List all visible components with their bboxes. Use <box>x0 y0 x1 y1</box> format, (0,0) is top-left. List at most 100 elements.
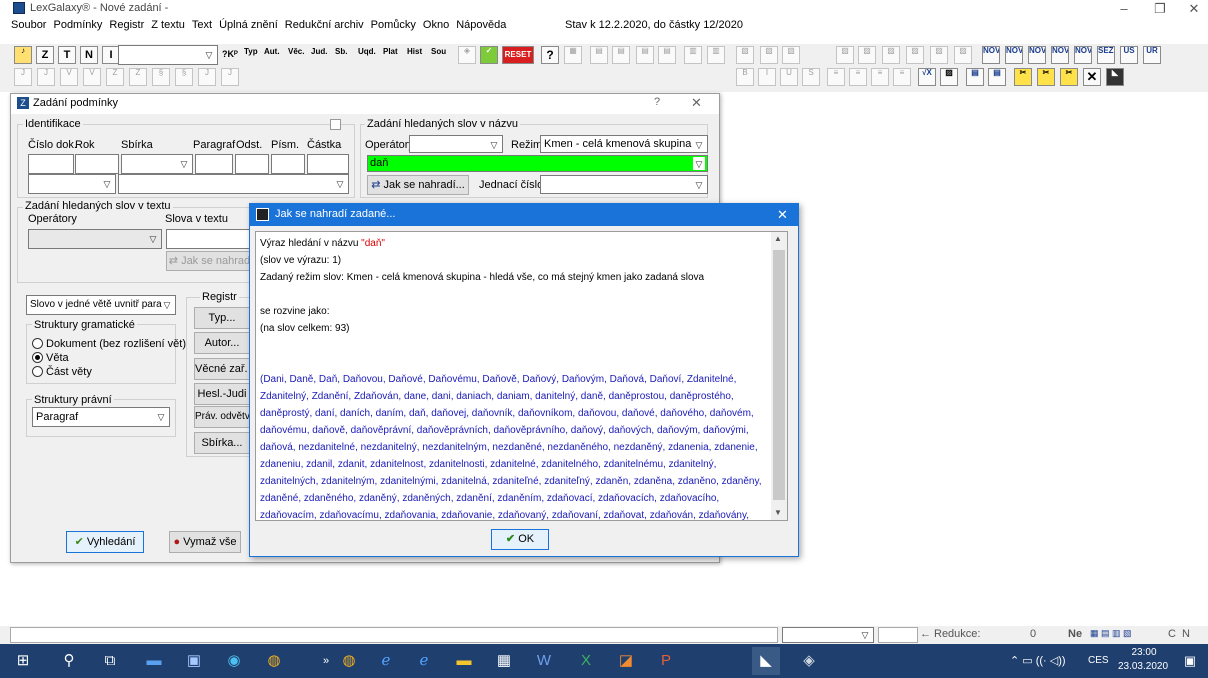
align-left-icon[interactable]: ≡ <box>827 68 845 86</box>
word-icon[interactable]: W <box>530 647 558 675</box>
tb2-icon-9[interactable]: J <box>198 68 216 86</box>
seznam-button[interactable]: SEZN. <box>1097 46 1115 64</box>
us-button[interactable]: ÚS <box>1120 46 1138 64</box>
toolbar-icon-4[interactable]: ▤ <box>636 46 654 64</box>
scroll-up-icon[interactable]: ▲ <box>774 234 782 243</box>
paragraf-field[interactable] <box>195 154 233 174</box>
aut-button[interactable]: Aut. <box>264 47 280 56</box>
slova-field[interactable] <box>166 229 261 249</box>
jak-se-nahradi-button[interactable]: ⇄ Jak se nahradí... <box>367 175 469 195</box>
vymaz-vse-button[interactable]: ● Vymaž vše <box>169 531 241 553</box>
slovo-select[interactable]: Slovo v jedné větě uvnitř para ▽ <box>26 295 176 315</box>
textbox-scrollbar[interactable]: ▲ ▼ <box>771 232 787 520</box>
vecne-zar-button[interactable]: Věcné zař. S <box>194 358 250 380</box>
type-select[interactable]: ▽ <box>28 174 116 194</box>
n-button[interactable]: N <box>80 46 98 64</box>
bold-icon[interactable]: B <box>736 68 754 86</box>
pism-field[interactable] <box>271 154 305 174</box>
toolbar-icon-3[interactable]: ▤ <box>612 46 630 64</box>
autor-registr-button[interactable]: Autor... <box>194 332 250 354</box>
notification-icon[interactable]: ▣ <box>1176 647 1204 675</box>
operatory-select[interactable]: ▽ <box>409 135 503 153</box>
sbirka-select[interactable]: ▽ <box>121 154 193 174</box>
t-button[interactable]: T <box>58 46 76 64</box>
excel-icon[interactable]: X <box>572 647 600 675</box>
status-select[interactable]: ▽ <box>782 627 874 643</box>
toolbar-icon-1[interactable]: ▦ <box>564 46 582 64</box>
ok-button[interactable]: ✔ OK <box>491 529 549 550</box>
nove-2-button[interactable]: NOVÉ <box>1005 46 1023 64</box>
z-button[interactable]: Z <box>36 46 54 64</box>
scroll-down-icon[interactable]: ▼ <box>774 508 782 517</box>
search-go-icon[interactable]: ✓ <box>480 46 498 64</box>
menu-soubor[interactable]: Soubor <box>11 17 46 33</box>
prav-odvetvi-button[interactable]: Práv. odvětví <box>194 406 250 428</box>
quick-search-combo[interactable]: ▽ <box>118 45 218 65</box>
toolbar-icon-13[interactable]: ▨ <box>882 46 900 64</box>
menu-okno[interactable]: Okno <box>423 17 449 33</box>
tb2-icon-doc2[interactable]: ▤ <box>988 68 1006 86</box>
vyhledani-button[interactable]: ✔ Vyhledání <box>66 531 144 553</box>
strike-icon[interactable]: S <box>802 68 820 86</box>
chrome-icon-2[interactable]: ◍ <box>335 647 363 675</box>
align-center-icon[interactable]: ≡ <box>849 68 867 86</box>
vec-button[interactable]: Věc. <box>288 47 304 56</box>
toolbar-icon-9[interactable]: ▧ <box>760 46 778 64</box>
expansion-textbox[interactable]: Výraz hledání v názvu "daň" (slov ve výr… <box>255 231 788 521</box>
typ-button[interactable]: Typ <box>244 47 258 56</box>
menu-z-textu[interactable]: Z textu <box>151 17 185 33</box>
tb2-icon-5[interactable]: Z <box>106 68 124 86</box>
toolbar-icon-7[interactable]: ▥ <box>707 46 725 64</box>
tool-icon-4[interactable]: ◣ <box>1106 68 1124 86</box>
nove-3-button[interactable]: NOVÉ <box>1028 46 1046 64</box>
toolbar-icon-11[interactable]: ▨ <box>836 46 854 64</box>
reset-button[interactable]: RESET <box>502 46 534 64</box>
tb2-icon-6[interactable]: Z <box>129 68 147 86</box>
menu-redukcni-archiv[interactable]: Redukční archiv <box>285 17 364 33</box>
lexicon-button[interactable]: ♪ <box>14 46 32 64</box>
nove-1-button[interactable]: NOVÉ <box>982 46 1000 64</box>
maximize-button[interactable]: ❐ <box>1142 0 1178 18</box>
x-icon[interactable]: ✕ <box>1083 68 1101 86</box>
app-icon-3[interactable]: ◉ <box>220 647 248 675</box>
operatory2-select[interactable]: ▽ <box>28 229 162 249</box>
search-icon[interactable]: ⚲ <box>55 647 83 675</box>
sb-button[interactable]: Sb. <box>335 47 347 56</box>
hist-button[interactable]: Hist <box>407 47 422 56</box>
lexgalaxy-taskbar-icon[interactable]: ◣ <box>752 647 780 675</box>
tb2-icon-doc[interactable]: ▤ <box>966 68 984 86</box>
paragraf-select[interactable]: Paragraf ▽ <box>32 407 170 427</box>
app-icon-1[interactable]: ▬ <box>140 647 168 675</box>
odst-field[interactable] <box>235 154 269 174</box>
app-icon-last[interactable]: ◈ <box>795 647 823 675</box>
edge-icon[interactable]: ℯ <box>410 647 438 675</box>
menu-pomucky[interactable]: Pomůcky <box>371 17 416 33</box>
radio-dokument[interactable]: Dokument (bez rozlišení vět) <box>32 338 186 350</box>
filter-icon[interactable]: ◈ <box>458 46 476 64</box>
tb2-icon-10[interactable]: J <box>221 68 239 86</box>
sbirka-registr-button[interactable]: Sbírka... <box>194 432 250 454</box>
ie-icon[interactable]: ℯ <box>372 647 400 675</box>
explorer-icon[interactable]: ▬ <box>450 647 478 675</box>
jud-button[interactable]: Jud. <box>311 47 327 56</box>
toolbar-icon-6[interactable]: ▥ <box>684 46 702 64</box>
radio-cast-vety[interactable]: Část věty <box>32 366 92 378</box>
hesl-judi-button[interactable]: Hesl.-Judi <box>194 383 250 405</box>
name-select[interactable]: ▽ <box>118 174 349 194</box>
dialog2-close-button[interactable]: ✕ <box>777 207 788 223</box>
clock-time[interactable]: 23:00 <box>1122 647 1166 658</box>
nove-4-button[interactable]: NOVÉ <box>1051 46 1069 64</box>
tool-icon-1[interactable]: ✂ <box>1014 68 1032 86</box>
tool-icon-3[interactable]: ✂ <box>1060 68 1078 86</box>
align-right-icon[interactable]: ≡ <box>871 68 889 86</box>
sou-button[interactable]: Sou <box>431 47 446 56</box>
windows-icon[interactable]: ⊞ <box>9 647 37 675</box>
underline-icon[interactable]: U <box>780 68 798 86</box>
toolbar-icon-8[interactable]: ▧ <box>736 46 754 64</box>
plat-button[interactable]: Plat <box>383 47 398 56</box>
toolbar-icon-12[interactable]: ▨ <box>858 46 876 64</box>
menu-registr[interactable]: Registr <box>109 17 144 33</box>
dialog-close-button[interactable]: ✕ <box>691 95 702 111</box>
toolbar-icon-14[interactable]: ▨ <box>906 46 924 64</box>
toolbar-icon-10[interactable]: ▧ <box>782 46 800 64</box>
